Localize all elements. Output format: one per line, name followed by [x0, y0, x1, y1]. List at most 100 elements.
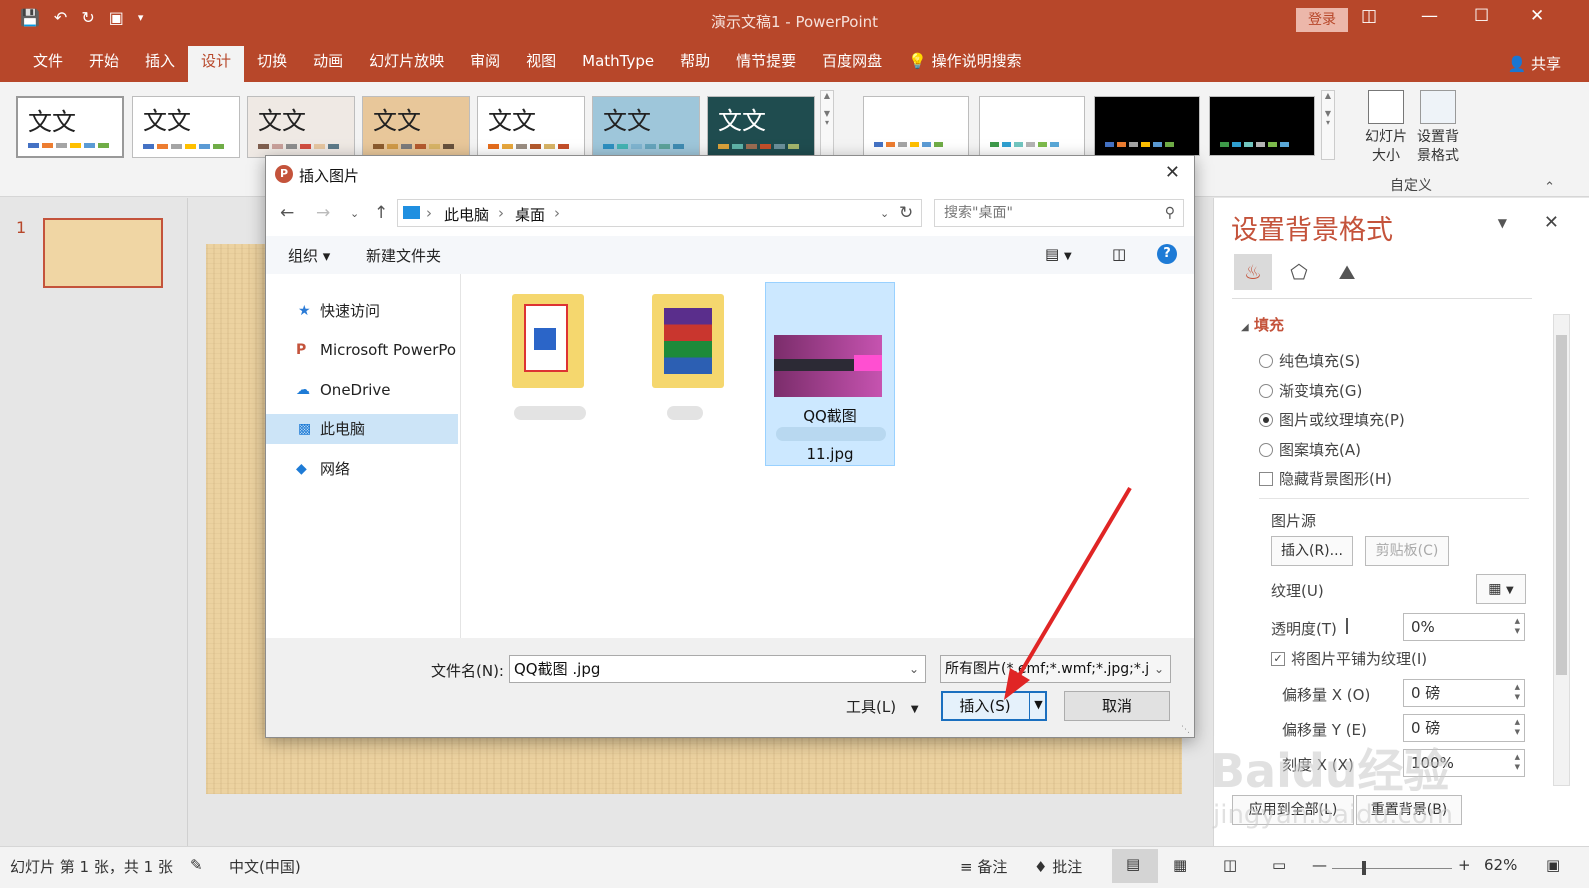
tab-design[interactable]: 设计: [188, 46, 245, 82]
variant-2[interactable]: [979, 96, 1085, 156]
theme-wood[interactable]: 文文: [362, 96, 470, 158]
nav-quick-access[interactable]: ★ 快速访问: [266, 296, 458, 326]
filename-input[interactable]: QQ截图 .jpg ⌄: [509, 655, 926, 683]
tab-storyboard[interactable]: 情节提要: [723, 46, 809, 82]
folder-item[interactable]: [622, 282, 752, 466]
spinner-arrows-icon[interactable]: ▲ ▼: [1515, 616, 1520, 636]
reading-view-icon[interactable]: ◫: [1223, 856, 1237, 874]
radio-selected[interactable]: [1259, 412, 1273, 427]
tab-mathtype[interactable]: MathType: [569, 46, 667, 82]
format-background-button[interactable]: 设置背景格式: [1413, 90, 1463, 166]
breadcrumb-this-pc[interactable]: 此电脑: [444, 204, 489, 225]
solid-fill-option[interactable]: 纯色填充(S): [1259, 350, 1360, 371]
chevron-down-icon[interactable]: ⌄: [909, 656, 919, 682]
theme-ion[interactable]: 文文: [477, 96, 585, 158]
back-arrow-icon[interactable]: ←: [280, 203, 294, 223]
picture-fill-option[interactable]: 图片或纹理填充(P): [1259, 409, 1405, 430]
tab-slideshow[interactable]: 幻灯片放映: [356, 46, 457, 82]
help-icon[interactable]: ?: [1157, 244, 1177, 264]
pane-options-icon[interactable]: ▼: [1498, 216, 1507, 230]
close-icon[interactable]: ✕: [1530, 6, 1544, 26]
theme-office-2[interactable]: 文文: [132, 96, 240, 158]
variants-scroll[interactable]: ▲ ▼ ▾: [1321, 90, 1335, 160]
texture-dropdown[interactable]: ▦ ▼: [1476, 574, 1526, 604]
forward-arrow-icon[interactable]: →: [316, 203, 330, 223]
slide-sorter-icon[interactable]: ▦: [1173, 856, 1187, 874]
normal-view-button[interactable]: ▤: [1112, 849, 1158, 883]
transparency-input[interactable]: 0% ▲ ▼: [1403, 613, 1525, 641]
insert-dropdown-icon[interactable]: ▼: [1029, 691, 1047, 721]
theme-office[interactable]: 文文: [16, 96, 124, 158]
language-label[interactable]: 中文(中国): [229, 856, 301, 877]
nav-network[interactable]: ◆ 网络: [266, 454, 458, 484]
pattern-fill-option[interactable]: 图案填充(A): [1259, 439, 1361, 460]
recent-locations-icon[interactable]: ⌄: [350, 207, 359, 220]
gradient-fill-option[interactable]: 渐变填充(G): [1259, 380, 1362, 401]
file-type-select[interactable]: 所有图片(*.emf;*.wmf;*.jpg;*.j ⌄: [940, 655, 1171, 683]
pane-close-icon[interactable]: ✕: [1544, 212, 1559, 233]
tab-baidu-netdisk[interactable]: 百度网盘: [809, 46, 895, 82]
checkbox[interactable]: [1259, 471, 1273, 486]
spinner-arrows-icon[interactable]: ▲ ▼: [1515, 682, 1520, 702]
pane-scrollbar[interactable]: [1553, 314, 1570, 786]
theme-pattern[interactable]: 文文: [592, 96, 700, 158]
zoom-slider-track[interactable]: [1332, 868, 1452, 869]
address-dropdown-icon[interactable]: ⌄: [880, 207, 889, 220]
spellcheck-icon[interactable]: ✎: [190, 856, 203, 874]
hide-background-option[interactable]: 隐藏背景图形(H): [1259, 468, 1392, 489]
maximize-icon[interactable]: ☐: [1474, 6, 1489, 26]
up-arrow-icon[interactable]: ↑: [374, 203, 388, 223]
slide-thumbnail[interactable]: [43, 218, 163, 288]
fit-slide-icon[interactable]: ▣: [1546, 856, 1560, 874]
themes-scroll[interactable]: ▲ ▼ ▾: [820, 90, 834, 160]
search-input[interactable]: 搜索"桌面" ⚲: [934, 199, 1184, 227]
minimize-icon[interactable]: —: [1421, 6, 1438, 26]
tab-view[interactable]: 视图: [513, 46, 569, 82]
tell-me-search[interactable]: 💡 操作说明搜索: [895, 46, 1034, 82]
zoom-level[interactable]: 62%: [1484, 856, 1517, 874]
tab-home[interactable]: 开始: [76, 46, 132, 82]
radio[interactable]: [1259, 353, 1273, 368]
collapse-ribbon-icon[interactable]: ⌃: [1544, 180, 1555, 195]
refresh-icon[interactable]: ↻: [899, 203, 913, 223]
tab-file[interactable]: 文件: [20, 46, 76, 82]
selected-image-file[interactable]: QQ截图 11.jpg: [765, 282, 895, 466]
resize-grip-icon[interactable]: ⋱: [1181, 725, 1190, 735]
comments-button[interactable]: ♦ 批注: [1034, 856, 1082, 877]
new-folder-button[interactable]: 新建文件夹: [366, 245, 441, 266]
share-button[interactable]: 👤 共享: [1508, 53, 1561, 74]
organize-button[interactable]: 组织 ▾: [288, 245, 330, 266]
nav-onedrive[interactable]: ☁ OneDrive: [266, 375, 458, 405]
address-bar[interactable]: › 此电脑 › 桌面 › ⌄: [397, 199, 922, 227]
zoom-in-icon[interactable]: +: [1458, 856, 1471, 874]
notes-button[interactable]: ≡ 备注: [960, 856, 1007, 877]
transparency-slider[interactable]: [1346, 618, 1348, 634]
tab-insert[interactable]: 插入: [132, 46, 188, 82]
nav-microsoft-powerpoint[interactable]: P Microsoft PowerPo: [266, 335, 458, 365]
fill-bucket-icon[interactable]: ♨: [1234, 254, 1272, 290]
breadcrumb-desktop[interactable]: 桌面: [515, 204, 545, 225]
radio[interactable]: [1259, 383, 1273, 398]
zoom-slider-thumb[interactable]: [1362, 861, 1366, 875]
radio[interactable]: [1259, 442, 1273, 457]
picture-icon[interactable]: ⛰: [1328, 254, 1366, 290]
chevron-down-icon[interactable]: ⌄: [1150, 656, 1164, 682]
variant-1[interactable]: [863, 96, 969, 156]
offset-x-input[interactable]: 0 磅 ▲ ▼: [1403, 679, 1525, 707]
zoom-out-icon[interactable]: —: [1312, 856, 1327, 874]
checkbox-checked[interactable]: ✓: [1271, 651, 1285, 666]
theme-facet[interactable]: 文文: [247, 96, 355, 158]
effects-pentagon-icon[interactable]: ⬠: [1280, 254, 1318, 290]
variant-4[interactable]: [1209, 96, 1315, 156]
insert-picture-button[interactable]: 插入(R)...: [1271, 536, 1353, 566]
scrollbar-thumb[interactable]: [1556, 335, 1567, 675]
theme-dark-teal[interactable]: 文文: [707, 96, 815, 158]
preview-pane-icon[interactable]: ◫: [1112, 245, 1126, 263]
tab-review[interactable]: 审阅: [457, 46, 513, 82]
folder-item[interactable]: [482, 282, 612, 466]
dialog-close-icon[interactable]: ✕: [1165, 162, 1180, 183]
view-options-icon[interactable]: ▤ ▼: [1045, 245, 1072, 263]
clipboard-button[interactable]: 剪贴板(C): [1365, 536, 1449, 566]
login-button[interactable]: 登录: [1296, 8, 1348, 32]
tile-texture-option[interactable]: ✓ 将图片平铺为纹理(I): [1271, 648, 1427, 669]
